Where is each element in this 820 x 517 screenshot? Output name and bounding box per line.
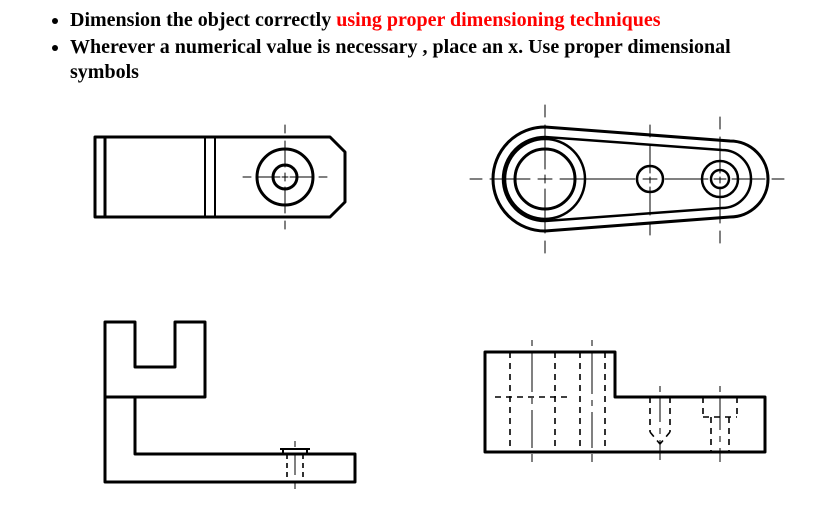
figures-area [45, 87, 790, 517]
instruction-list: Dimension the object correctly using pro… [45, 8, 790, 85]
drawing-bottom-right [455, 322, 785, 492]
instruction-1-emph: using proper dimensioning techniques [336, 9, 660, 31]
instruction-2-lead: Wherever a numerical value is necessary … [70, 36, 731, 83]
drawing-bottom-left-svg [75, 307, 375, 507]
drawing-top-right-svg [460, 97, 790, 262]
drawing-top-left [75, 107, 365, 247]
drawing-top-left-svg [75, 107, 365, 247]
drawing-bottom-left [75, 307, 375, 507]
instruction-1-lead: Dimension the object correctly [70, 9, 336, 31]
drawing-bottom-right-svg [455, 322, 785, 492]
drawing-top-right [460, 97, 790, 262]
instruction-item-1: Dimension the object correctly using pro… [70, 8, 790, 33]
instruction-item-2: Wherever a numerical value is necessary … [70, 35, 790, 85]
